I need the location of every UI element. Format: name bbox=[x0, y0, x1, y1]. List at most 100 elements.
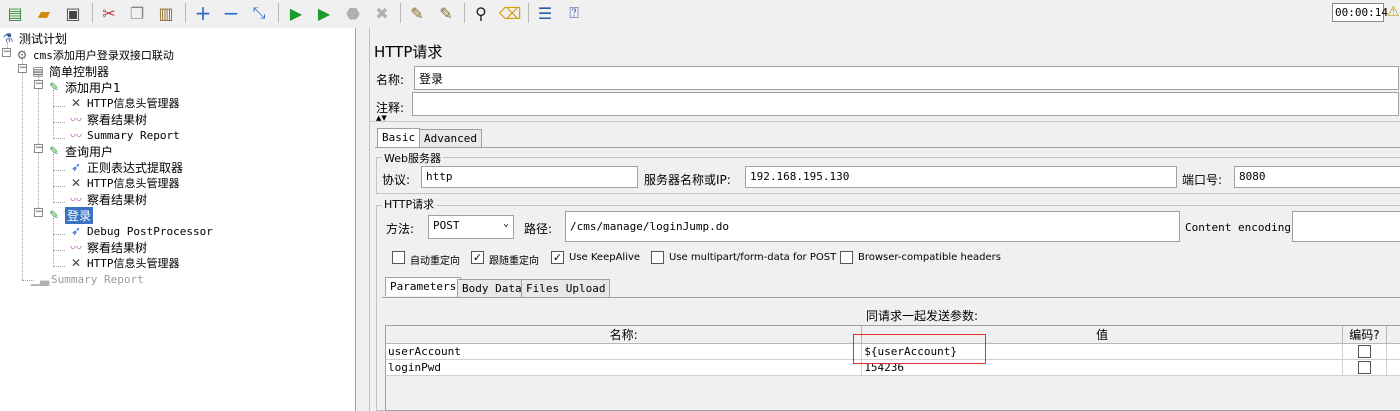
post-processor-icon: ➶ bbox=[70, 224, 82, 238]
content-encoding-label: Content encoding: bbox=[1185, 221, 1298, 234]
listener-icon: 〰 bbox=[69, 240, 82, 255]
test-plan-tree: − − − − − ⚗ 测试计划 ⚙ cms添加用户登录双接口联动 ▤ 简单控制… bbox=[0, 28, 356, 411]
save-icon[interactable]: ▣ bbox=[62, 2, 84, 24]
thread-group-icon: ⚙ bbox=[16, 48, 28, 62]
tree-node-results-tree[interactable]: 〰 察看结果树 bbox=[68, 239, 147, 255]
warning-icon[interactable]: ⚠ bbox=[1387, 4, 1400, 20]
splitter[interactable] bbox=[357, 28, 369, 411]
cut-icon[interactable]: ✂ bbox=[98, 2, 120, 24]
stop-icon[interactable]: ⬣ bbox=[342, 2, 364, 24]
column-header-encode[interactable]: 编码? bbox=[1342, 326, 1387, 344]
panel-title: HTTP请求 bbox=[374, 43, 443, 61]
keepalive-checkbox[interactable]: ✓ bbox=[551, 251, 564, 264]
tree-node-regex-extractor[interactable]: ➶ 正则表达式提取器 bbox=[68, 159, 183, 175]
elapsed-timer: 00:00:14 bbox=[1332, 3, 1388, 22]
toggle-icon[interactable]: ⤡ bbox=[248, 2, 270, 24]
start-icon[interactable]: ▶ bbox=[285, 2, 307, 24]
tree-node-sampler-login[interactable]: ✎ 登录 bbox=[46, 206, 94, 224]
encode-checkbox-cell[interactable] bbox=[1342, 359, 1387, 376]
chevron-down-icon: ⌄ bbox=[502, 218, 509, 229]
new-icon[interactable]: ▤ bbox=[4, 2, 26, 24]
tab-parameters[interactable]: Parameters bbox=[385, 277, 462, 296]
sampler-icon: ✎ bbox=[48, 80, 60, 94]
params-caption: 同请求一起发送参数: bbox=[866, 309, 979, 323]
help-icon[interactable]: ⍰ bbox=[563, 2, 585, 24]
encode-checkbox[interactable] bbox=[1357, 361, 1371, 375]
column-header-name[interactable]: 名称: bbox=[386, 326, 863, 344]
method-label: 方法: bbox=[386, 222, 415, 236]
collapse-toggle[interactable]: − bbox=[18, 64, 27, 73]
tree-node-debug-postprocessor[interactable]: ➶ Debug PostProcessor bbox=[68, 223, 213, 239]
tree-node-results-tree[interactable]: 〰 察看结果树 bbox=[68, 111, 147, 127]
comment-field[interactable] bbox=[412, 92, 1399, 116]
multipart-label: Use multipart/form-data for POST bbox=[669, 252, 837, 263]
browser-compatible-label: Browser-compatible headers bbox=[858, 252, 1001, 263]
port-field[interactable]: 8080 bbox=[1234, 166, 1400, 188]
param-name-cell[interactable]: loginPwd bbox=[386, 359, 863, 376]
config-icon: ✕ bbox=[70, 256, 82, 270]
clear-icon[interactable]: ✎ bbox=[406, 2, 428, 24]
function-helper-icon[interactable]: ☰ bbox=[534, 2, 556, 24]
copy-icon[interactable]: ❐ bbox=[126, 2, 148, 24]
collapse-toggle[interactable]: − bbox=[34, 208, 43, 217]
tab-files-upload[interactable]: Files Upload bbox=[521, 279, 611, 298]
tab-basic[interactable]: Basic bbox=[377, 128, 421, 147]
http-request-panel: HTTP请求 名称: 登录 注释: ▲▼ Basic Advanced Web服… bbox=[369, 28, 1400, 411]
sampler-icon: ✎ bbox=[48, 144, 60, 158]
tree-node-summary-report[interactable]: 〰 Summary Report bbox=[68, 127, 180, 143]
protocol-label: 协议: bbox=[382, 173, 411, 187]
tree-node-summary-report-disabled[interactable]: ▁▃ Summary Report bbox=[30, 271, 144, 287]
tree-node-results-tree[interactable]: 〰 察看结果树 bbox=[68, 191, 147, 207]
path-label: 路径: bbox=[524, 222, 553, 236]
tree-node-sampler-add-user[interactable]: ✎ 添加用户1 bbox=[46, 79, 121, 95]
tree-node-sampler-query-user[interactable]: ✎ 查询用户 bbox=[46, 143, 113, 159]
tree-node-test-plan[interactable]: ⚗ 测试计划 bbox=[0, 30, 67, 46]
column-header-extra bbox=[1386, 326, 1400, 344]
browser-compatible-checkbox[interactable] bbox=[840, 251, 853, 264]
name-field[interactable]: 登录 bbox=[414, 66, 1399, 90]
config-icon: ✕ bbox=[70, 176, 82, 190]
listener-icon: 〰 bbox=[69, 192, 82, 207]
shutdown-icon[interactable]: ✖ bbox=[371, 2, 393, 24]
multipart-checkbox[interactable] bbox=[651, 251, 664, 264]
collapse-icon[interactable]: − bbox=[220, 1, 242, 25]
follow-redirect-label: 跟随重定向 bbox=[489, 256, 539, 267]
sampler-icon: ✎ bbox=[48, 208, 60, 222]
tree-node-header-manager[interactable]: ✕ HTTP信息头管理器 bbox=[68, 95, 180, 111]
clear-all-icon[interactable]: ✎ bbox=[435, 2, 457, 24]
start-no-pause-icon[interactable]: ▶ bbox=[313, 2, 335, 24]
protocol-field[interactable]: http bbox=[421, 166, 638, 188]
tree-node-header-manager[interactable]: ✕ HTTP信息头管理器 bbox=[68, 175, 180, 191]
listener-icon: ▁▃ bbox=[30, 272, 50, 286]
param-name-cell[interactable]: userAccount bbox=[386, 343, 863, 360]
tab-advanced[interactable]: Advanced bbox=[419, 129, 482, 148]
tree-node-thread-group[interactable]: ⚙ cms添加用户登录双接口联动 bbox=[14, 47, 174, 63]
paste-icon[interactable]: ▥ bbox=[155, 2, 177, 24]
listener-icon: 〰 bbox=[69, 112, 82, 127]
tab-body-data[interactable]: Body Data bbox=[457, 279, 527, 298]
method-select[interactable]: POST ⌄ bbox=[428, 215, 514, 239]
expand-icon[interactable]: + bbox=[192, 1, 214, 25]
collapse-toggle[interactable]: − bbox=[34, 80, 43, 89]
tree-node-header-manager[interactable]: ✕ HTTP信息头管理器 bbox=[68, 255, 180, 271]
collapse-toggle[interactable]: − bbox=[2, 48, 11, 57]
search-icon[interactable]: ⚲ bbox=[470, 2, 492, 24]
path-field[interactable]: /cms/manage/loginJump.do bbox=[565, 211, 1180, 242]
reset-search-icon[interactable]: ⌫ bbox=[499, 2, 522, 24]
content-encoding-field[interactable] bbox=[1292, 211, 1400, 242]
encode-checkbox-cell[interactable] bbox=[1342, 343, 1387, 360]
toolbar: ▤ ▰ ▣ ✂ ❐ ▥ + − ⤡ ▶ ▶ ⬣ ✖ ✎ ✎ ⚲ ⌫ ☰ ⍰ 00… bbox=[0, 0, 1400, 26]
name-label: 名称: bbox=[376, 73, 405, 87]
post-processor-icon: ➶ bbox=[70, 160, 82, 174]
port-label: 端口号: bbox=[1182, 173, 1223, 187]
server-field[interactable]: 192.168.195.130 bbox=[745, 166, 1177, 188]
controller-icon: ▤ bbox=[32, 64, 44, 78]
follow-redirects-auto-checkbox[interactable] bbox=[392, 251, 405, 264]
tree-node-simple-controller[interactable]: ▤ 简单控制器 bbox=[30, 63, 109, 79]
auto-redirect-label: 自动重定向 bbox=[410, 256, 460, 267]
highlight-annotation-box bbox=[853, 334, 986, 364]
encode-checkbox[interactable] bbox=[1357, 345, 1371, 359]
open-icon[interactable]: ▰ bbox=[33, 2, 55, 24]
follow-redirects-checkbox[interactable]: ✓ bbox=[471, 251, 484, 264]
collapse-toggle[interactable]: − bbox=[34, 144, 43, 153]
